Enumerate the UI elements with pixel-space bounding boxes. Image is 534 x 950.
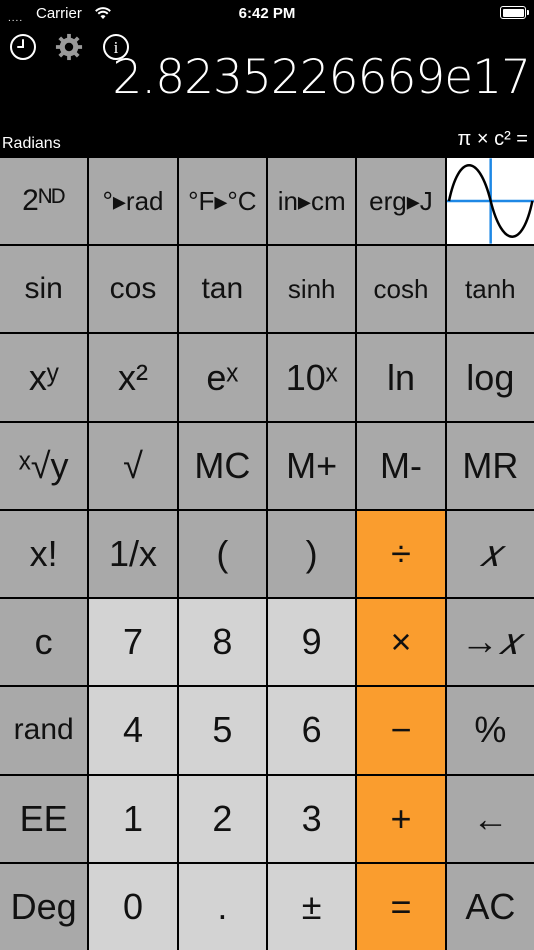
cos-key[interactable]: cos (89, 246, 177, 333)
sinh-key[interactable]: sinh (268, 246, 356, 333)
all-clear-key[interactable]: AC (446, 863, 534, 950)
log-key[interactable]: log (446, 334, 534, 421)
second-function-key[interactable]: 2ᴺᴰ (0, 158, 88, 245)
inch-to-cm-key[interactable]: in▸cm (268, 158, 356, 245)
add-key[interactable]: + (357, 775, 445, 862)
factorial-key[interactable]: x! (0, 510, 88, 598)
graph-key[interactable] (446, 158, 534, 245)
tan-key[interactable]: tan (178, 246, 266, 333)
digit-0-key[interactable]: 0 (89, 863, 177, 950)
variable-x-key[interactable]: 𝑥 (446, 510, 534, 598)
digit-8-key[interactable]: 8 (178, 599, 266, 686)
sqrt-key[interactable]: √ (89, 422, 177, 509)
backspace-key[interactable]: ← (446, 775, 534, 862)
close-paren-key[interactable]: ) (268, 510, 356, 598)
digit-1-key[interactable]: 1 (89, 775, 177, 862)
exponent-entry-key[interactable]: EE (0, 775, 88, 862)
clock-icon[interactable] (9, 33, 37, 61)
erg-to-joule-key[interactable]: erg▸J (357, 158, 445, 245)
sign-toggle-key[interactable]: ± (268, 863, 356, 950)
keypad: 2ᴺᴰ °▸rad °F▸°C in▸cm erg▸J sin cos tan … (0, 158, 534, 950)
clock-time: 6:42 PM (238, 5, 296, 22)
sin-key[interactable]: sin (0, 246, 88, 333)
expression-label: π × c² = (457, 128, 529, 150)
digit-6-key[interactable]: 6 (268, 687, 356, 774)
memory-subtract-key[interactable]: M- (357, 422, 445, 509)
battery-icon (500, 6, 529, 19)
ten-power-key[interactable]: 10ˣ (268, 334, 356, 421)
random-key[interactable]: rand (0, 687, 88, 774)
deg-to-rad-key[interactable]: °▸rad (89, 158, 177, 245)
memory-clear-key[interactable]: MC (178, 422, 266, 509)
decimal-key[interactable]: . (178, 863, 266, 950)
sine-graph-icon (446, 158, 534, 244)
power-key[interactable]: xʸ (0, 334, 88, 421)
multiply-key[interactable]: × (357, 599, 445, 686)
status-bar: .... Carrier 6:42 PM (0, 0, 534, 28)
memory-recall-key[interactable]: MR (446, 422, 534, 509)
tanh-key[interactable]: tanh (446, 246, 534, 333)
subtract-key[interactable]: − (357, 687, 445, 774)
open-paren-key[interactable]: ( (178, 510, 266, 598)
cosh-key[interactable]: cosh (357, 246, 445, 333)
digit-4-key[interactable]: 4 (89, 687, 177, 774)
ln-key[interactable]: ln (357, 334, 445, 421)
divide-key[interactable]: ÷ (357, 510, 445, 598)
memory-add-key[interactable]: M+ (268, 422, 356, 509)
digit-7-key[interactable]: 7 (89, 599, 177, 686)
equals-key[interactable]: = (357, 863, 445, 950)
digit-3-key[interactable]: 3 (268, 775, 356, 862)
square-key[interactable]: x² (89, 334, 177, 421)
exp-key[interactable]: eˣ (178, 334, 266, 421)
store-x-key[interactable]: →𝑥 (446, 599, 534, 686)
nth-root-key[interactable]: ˣ√y (0, 422, 88, 509)
digit-5-key[interactable]: 5 (178, 687, 266, 774)
fahrenheit-to-celsius-key[interactable]: °F▸°C (178, 158, 266, 245)
result-display: 2.8235226669e17 (112, 50, 531, 105)
reciprocal-key[interactable]: 1/x (89, 510, 177, 598)
clear-key[interactable]: c (0, 599, 88, 686)
angle-mode-label: Radians (2, 135, 61, 152)
gear-icon[interactable] (55, 33, 83, 61)
percent-key[interactable]: % (446, 687, 534, 774)
degrees-mode-key[interactable]: Deg (0, 863, 88, 950)
digit-2-key[interactable]: 2 (178, 775, 266, 862)
digit-9-key[interactable]: 9 (268, 599, 356, 686)
